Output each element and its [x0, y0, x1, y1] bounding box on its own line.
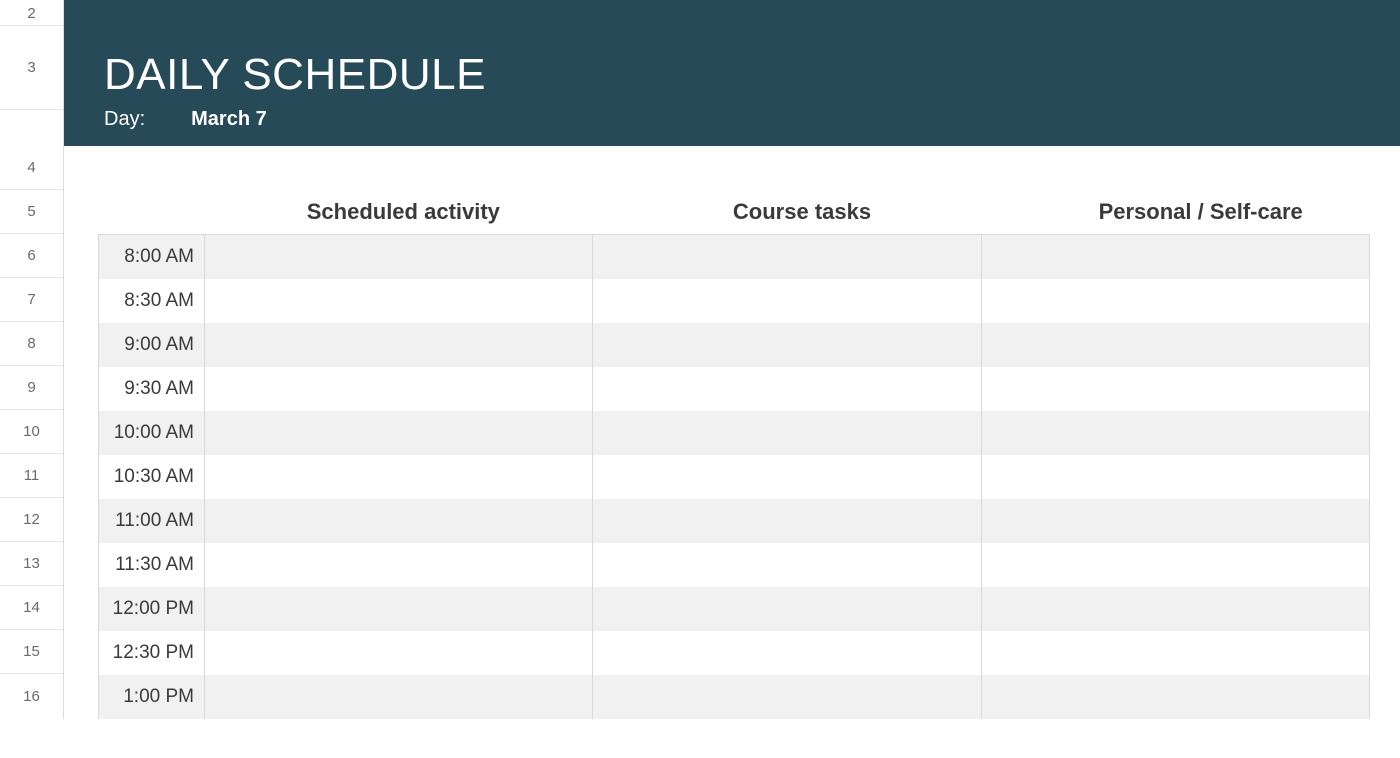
time-cell[interactable]: 12:30 PM [99, 631, 205, 675]
table-row: 8:00 AM [99, 235, 1369, 279]
banner: DAILY SCHEDULE Day: March 7 [64, 0, 1400, 146]
row-header[interactable]: 10 [0, 410, 63, 454]
personal-cell[interactable] [982, 455, 1369, 499]
time-cell[interactable]: 12:00 PM [99, 587, 205, 631]
personal-cell[interactable] [982, 675, 1369, 719]
time-cell[interactable]: 11:30 AM [99, 543, 205, 587]
course-cell[interactable] [593, 499, 981, 543]
course-cell[interactable] [593, 455, 981, 499]
personal-cell[interactable] [982, 543, 1369, 587]
day-value[interactable]: March 7 [191, 108, 267, 131]
table-row: 8:30 AM [99, 279, 1369, 323]
spreadsheet: 2 3 4 5 6 7 8 9 10 11 12 13 14 15 16 DAI… [0, 0, 1400, 719]
sheet-content: DAILY SCHEDULE Day: March 7 Scheduled ac… [64, 0, 1400, 719]
scheduled-cell[interactable] [205, 323, 593, 367]
day-label: Day: [104, 108, 145, 131]
table-row: 12:30 PM [99, 631, 1369, 675]
table-row: 10:30 AM [99, 455, 1369, 499]
personal-cell[interactable] [982, 279, 1369, 323]
row-header[interactable]: 4 [0, 146, 63, 190]
personal-cell[interactable] [982, 631, 1369, 675]
scheduled-cell[interactable] [205, 543, 593, 587]
time-cell[interactable]: 1:00 PM [99, 675, 205, 719]
personal-cell[interactable] [982, 411, 1369, 455]
course-cell[interactable] [593, 367, 981, 411]
column-header-time [98, 190, 204, 234]
row-header[interactable]: 15 [0, 630, 63, 674]
page-title: DAILY SCHEDULE [104, 50, 1400, 100]
personal-cell[interactable] [982, 235, 1369, 279]
table-row: 10:00 AM [99, 411, 1369, 455]
schedule-grid: 8:00 AM 8:30 AM 9:00 AM 9:30 AM [98, 234, 1370, 719]
table-row: 9:30 AM [99, 367, 1369, 411]
scheduled-cell[interactable] [205, 499, 593, 543]
course-cell[interactable] [593, 235, 981, 279]
row-header[interactable]: 16 [0, 674, 63, 718]
row-header[interactable]: 12 [0, 498, 63, 542]
scheduled-cell[interactable] [205, 587, 593, 631]
table-row: 11:00 AM [99, 499, 1369, 543]
time-cell[interactable]: 10:00 AM [99, 411, 205, 455]
row-header[interactable]: 7 [0, 278, 63, 322]
table-row: 9:00 AM [99, 323, 1369, 367]
course-cell[interactable] [593, 675, 981, 719]
spacer-row [64, 146, 1400, 190]
table-row: 1:00 PM [99, 675, 1369, 719]
scheduled-cell[interactable] [205, 455, 593, 499]
row-header[interactable]: 8 [0, 322, 63, 366]
row-header[interactable]: 2 [0, 0, 63, 26]
row-header[interactable]: 3 [0, 26, 63, 110]
course-cell[interactable] [593, 587, 981, 631]
personal-cell[interactable] [982, 367, 1369, 411]
time-cell[interactable]: 9:00 AM [99, 323, 205, 367]
time-cell[interactable]: 11:00 AM [99, 499, 205, 543]
row-header[interactable]: 11 [0, 454, 63, 498]
column-header-personal: Personal / Self-care [1001, 190, 1400, 234]
course-cell[interactable] [593, 323, 981, 367]
row-header[interactable]: 13 [0, 542, 63, 586]
scheduled-cell[interactable] [205, 235, 593, 279]
column-headers: Scheduled activity Course tasks Personal… [64, 190, 1400, 234]
scheduled-cell[interactable] [205, 367, 593, 411]
time-cell[interactable]: 8:30 AM [99, 279, 205, 323]
row-header-gutter: 2 3 4 5 6 7 8 9 10 11 12 13 14 15 16 [0, 0, 64, 719]
personal-cell[interactable] [982, 587, 1369, 631]
row-header[interactable]: 5 [0, 190, 63, 234]
scheduled-cell[interactable] [205, 675, 593, 719]
course-cell[interactable] [593, 543, 981, 587]
time-cell[interactable]: 10:30 AM [99, 455, 205, 499]
column-header-course: Course tasks [603, 190, 1002, 234]
row-header[interactable]: 9 [0, 366, 63, 410]
course-cell[interactable] [593, 279, 981, 323]
personal-cell[interactable] [982, 323, 1369, 367]
scheduled-cell[interactable] [205, 411, 593, 455]
row-header[interactable]: 6 [0, 234, 63, 278]
course-cell[interactable] [593, 411, 981, 455]
table-row: 11:30 AM [99, 543, 1369, 587]
time-cell[interactable]: 9:30 AM [99, 367, 205, 411]
course-cell[interactable] [593, 631, 981, 675]
table-row: 12:00 PM [99, 587, 1369, 631]
scheduled-cell[interactable] [205, 279, 593, 323]
column-header-scheduled: Scheduled activity [204, 190, 603, 234]
row-header[interactable]: 14 [0, 586, 63, 630]
personal-cell[interactable] [982, 499, 1369, 543]
row-header[interactable] [0, 110, 63, 146]
scheduled-cell[interactable] [205, 631, 593, 675]
day-row: Day: March 7 [104, 108, 1400, 131]
time-cell[interactable]: 8:00 AM [99, 235, 205, 279]
